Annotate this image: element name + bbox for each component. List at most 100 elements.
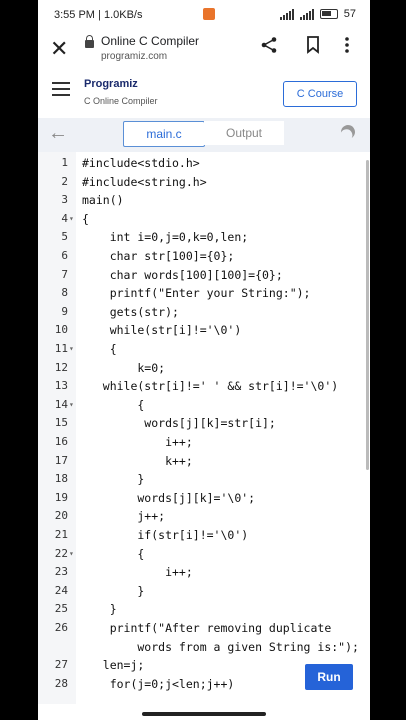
line-number: 12 [54, 360, 68, 374]
line-number: 28 [54, 676, 68, 690]
home-indicator[interactable] [142, 712, 266, 716]
code-text: while(str[i]!='\0') [82, 323, 242, 338]
code-line[interactable]: 8 printf("Enter your String:"); [38, 284, 370, 302]
code-text: while(str[i]!=' ' && str[i]!='\0') [82, 379, 339, 394]
code-text: char words[100][100]={0}; [82, 267, 283, 282]
site-header: Programiz C Online Compiler C Course [38, 66, 370, 118]
code-text: words from a given String is:"); [82, 639, 359, 654]
code-editor[interactable]: 1 #include<stdio.h> 2 #include<string.h> 3 ma… [38, 152, 370, 704]
line-number: 9 [61, 304, 68, 318]
code-text: j++; [82, 509, 166, 524]
line-number: 21 [54, 528, 68, 541]
status-right: 57 [279, 8, 356, 20]
code-text: #include<string.h> [82, 174, 207, 189]
line-number: 20 [54, 509, 68, 523]
code-text: i++; [82, 565, 193, 580]
code-line[interactable]: words from a given String is:"); [38, 638, 370, 656]
fold-arrow-icon[interactable]: ▾ [69, 545, 74, 563]
code-text: if(str[i]!='\0') [82, 528, 249, 542]
fold-arrow-icon[interactable]: ▾ [69, 340, 74, 358]
code-text: } [82, 602, 117, 617]
code-line[interactable]: 13 while(str[i]!=' ' && str[i]!='\0') [38, 377, 370, 395]
line-number: 19 [54, 490, 68, 504]
editor-tab-bar: ← main.c Output [38, 118, 370, 152]
more-vert-icon[interactable] [344, 36, 350, 59]
line-number: 14 [54, 397, 68, 411]
logo-subtitle: C Online Compiler [84, 96, 158, 106]
line-number: 2 [61, 174, 68, 188]
code-text: k=0; [82, 360, 166, 375]
line-number: 5 [61, 230, 68, 244]
line-number: 10 [54, 323, 68, 337]
code-text: gets(str); [82, 304, 179, 319]
code-text: #include<stdio.h> [82, 156, 200, 170]
page-url[interactable]: programiz.com [101, 51, 167, 62]
code-line[interactable]: 24 } [38, 582, 370, 600]
line-number: 27 [54, 658, 68, 672]
code-text: { [82, 546, 145, 561]
code-line[interactable]: 6 char str[100]={0}; [38, 247, 370, 265]
fold-arrow-icon[interactable]: ▾ [69, 396, 74, 414]
menu-icon[interactable] [52, 82, 70, 96]
code-text: printf("After removing duplicate [82, 621, 332, 635]
code-line[interactable]: 16 i++; [38, 433, 370, 451]
battery-icon [319, 9, 338, 19]
code-line[interactable]: 4 ▾ { [38, 210, 370, 228]
code-line[interactable]: 21 if(str[i]!='\0') [38, 526, 370, 544]
back-arrow-icon[interactable]: ← [48, 122, 68, 145]
tab-output[interactable]: Output [204, 121, 284, 145]
code-line[interactable]: 7 char words[100][100]={0}; [38, 266, 370, 284]
status-bar: 3:55 PM | 1.0KB/s 57 [38, 0, 370, 30]
nav-bar [38, 704, 370, 720]
lock-icon [85, 35, 94, 48]
code-line[interactable]: 18 } [38, 470, 370, 488]
share-icon[interactable] [260, 36, 278, 59]
code-line[interactable]: 5 int i=0,j=0,k=0,len; [38, 228, 370, 246]
code-line[interactable]: 26 printf("After removing duplicate [38, 619, 370, 637]
code-text: { [82, 211, 89, 226]
code-line[interactable]: 15 words[j][k]=str[i]; [38, 414, 370, 432]
bookmark-icon[interactable] [306, 36, 320, 59]
code-line[interactable]: 19 words[j][k]='\0'; [38, 489, 370, 507]
code-line[interactable]: 22 ▾ { [38, 545, 370, 563]
code-line[interactable]: 3 main() [38, 191, 370, 209]
phone-screen: 3:55 PM | 1.0KB/s 57 ✕ Online C Compiler… [38, 0, 370, 720]
wifi-signal-icon [299, 8, 314, 20]
code-text: for(j=0;j<len;j++) [82, 676, 235, 691]
logo[interactable]: Programiz [84, 78, 138, 90]
fold-arrow-icon[interactable]: ▾ [69, 210, 74, 228]
c-course-button[interactable]: C Course [283, 81, 357, 107]
battery-percent: 57 [343, 8, 356, 20]
line-number: 22 [54, 546, 68, 560]
close-icon[interactable]: ✕ [50, 36, 68, 62]
signal-icon [279, 8, 294, 20]
line-number: 7 [61, 267, 68, 281]
line-number: 26 [54, 621, 68, 634]
run-button[interactable]: Run [305, 664, 353, 690]
line-number: 6 [61, 249, 68, 262]
line-number: 24 [54, 583, 68, 597]
code-line[interactable]: 9 gets(str); [38, 303, 370, 321]
code-text: words[j][k]='\0'; [82, 490, 256, 505]
code-line[interactable]: 20 j++; [38, 507, 370, 525]
code-line[interactable]: 23 i++; [38, 563, 370, 581]
code-line[interactable]: 14 ▾ { [38, 396, 370, 414]
code-line[interactable]: 11 ▾ { [38, 340, 370, 358]
code-text: { [82, 397, 145, 412]
page-title[interactable]: Online C Compiler [101, 34, 199, 48]
line-number: 25 [54, 602, 68, 616]
code-line[interactable]: 2 #include<string.h> [38, 173, 370, 191]
tab-main-c[interactable]: main.c [123, 121, 205, 147]
line-number: 17 [54, 453, 68, 467]
code-text: { [82, 342, 117, 356]
code-line[interactable]: 12 k=0; [38, 359, 370, 377]
line-number: 15 [54, 416, 68, 430]
line-number: 13 [54, 379, 68, 393]
code-line[interactable]: 17 k++; [38, 452, 370, 470]
dark-mode-icon[interactable] [338, 122, 357, 141]
code-line[interactable]: 1 #include<stdio.h> [38, 154, 370, 172]
code-line[interactable]: 25 } [38, 600, 370, 618]
line-number: 1 [61, 156, 68, 169]
code-line[interactable]: 10 while(str[i]!='\0') [38, 321, 370, 339]
code-text: main() [82, 193, 124, 208]
